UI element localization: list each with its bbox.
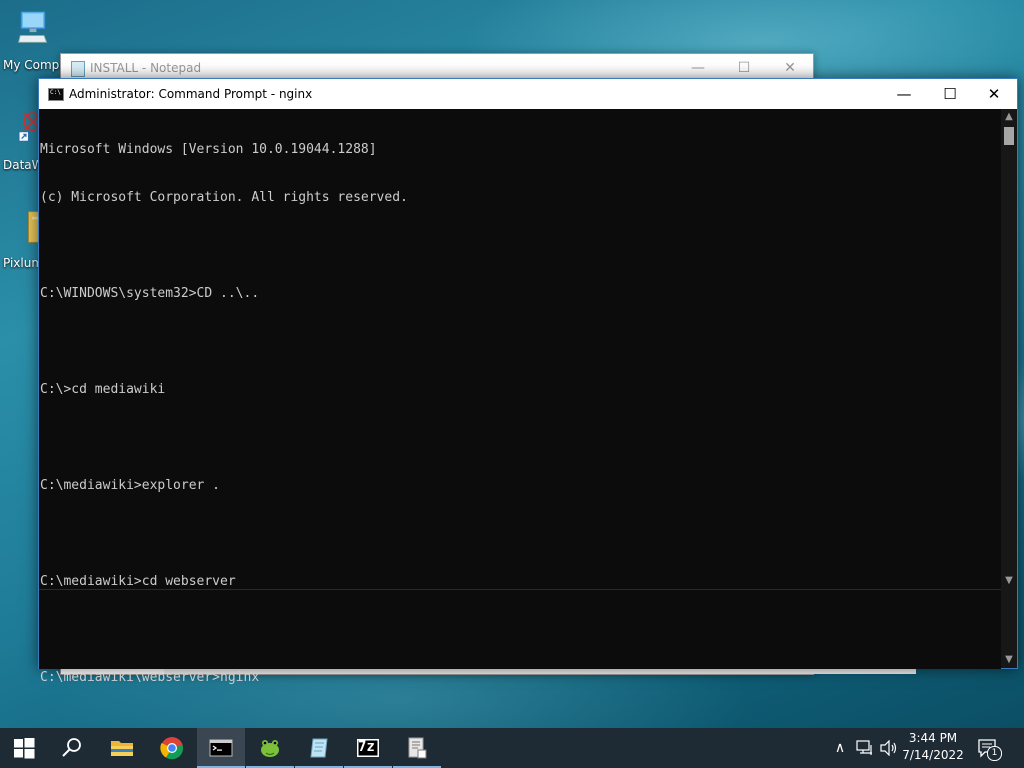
notepad-icon bbox=[71, 61, 85, 77]
document-icon bbox=[408, 737, 427, 759]
taskbar-notepad[interactable] bbox=[295, 728, 343, 768]
console-line: (c) Microsoft Corporation. All rights re… bbox=[40, 190, 408, 205]
console-line: C:\WINDOWS\system32>CD ..\.. bbox=[40, 286, 260, 301]
taskbar: 7z ∧ 3:44 PM 7/14/2022 1 bbox=[0, 728, 1024, 768]
console-line: Microsoft Windows [Version 10.0.19044.12… bbox=[40, 142, 377, 157]
desktop-icon-label: My Compu bbox=[3, 58, 67, 72]
clock-time: 3:44 PM bbox=[908, 731, 958, 745]
search-icon bbox=[62, 738, 81, 757]
7zip-label: 7z bbox=[358, 739, 375, 755]
cmd-minimize-button[interactable]: — bbox=[881, 79, 927, 109]
start-button[interactable] bbox=[0, 728, 48, 768]
desktop-icon-my-computer[interactable]: My Compu bbox=[0, 8, 67, 78]
volume-icon[interactable] bbox=[880, 740, 898, 756]
scroll-down-button-lower[interactable]: ▼ bbox=[1001, 652, 1017, 668]
notification-count-badge: 1 bbox=[987, 746, 1002, 761]
chrome-icon bbox=[160, 737, 184, 760]
taskbar-command-prompt[interactable] bbox=[197, 728, 245, 768]
system-clock[interactable]: 3:44 PM 7/14/2022 bbox=[898, 730, 968, 764]
taskbar-file-explorer[interactable] bbox=[98, 728, 146, 768]
console-line: C:\mediawiki>cd webserver bbox=[40, 574, 236, 589]
cmd-titlebar[interactable]: Administrator: Command Prompt - nginx — … bbox=[39, 79, 1017, 109]
console-line: C:\>cd mediawiki bbox=[40, 382, 166, 397]
scroll-down-button[interactable]: ▼ bbox=[1001, 573, 1017, 589]
computer-icon bbox=[18, 11, 48, 43]
network-icon[interactable] bbox=[856, 740, 874, 756]
cmd-close-button[interactable]: ✕ bbox=[971, 79, 1017, 109]
cmd-icon bbox=[48, 88, 64, 101]
cmd-maximize-button[interactable]: ☐ bbox=[927, 79, 973, 109]
console-pane-lower bbox=[39, 589, 1001, 669]
taskbar-chrome[interactable] bbox=[148, 728, 196, 768]
clock-date: 7/14/2022 bbox=[902, 748, 964, 762]
console-output[interactable]: Microsoft Windows [Version 10.0.19044.12… bbox=[39, 109, 1001, 685]
scroll-thumb[interactable] bbox=[1004, 127, 1014, 145]
scroll-up-button[interactable]: ▲ bbox=[1001, 109, 1017, 125]
folder-icon bbox=[111, 741, 133, 756]
console-scrollbar[interactable]: ▲ ▼ ▼ bbox=[1001, 109, 1017, 668]
taskbar-7zip[interactable]: 7z bbox=[344, 728, 392, 768]
console-line: C:\mediawiki>explorer . bbox=[40, 478, 221, 493]
cmd-title: Administrator: Command Prompt - nginx bbox=[69, 87, 313, 101]
console-line: C:\mediawiki\webserver>nginx bbox=[40, 670, 260, 685]
cmd-window[interactable]: Administrator: Command Prompt - nginx — … bbox=[38, 78, 1018, 685]
frog-icon bbox=[261, 740, 279, 757]
taskbar-notepad-plus[interactable] bbox=[246, 728, 294, 768]
taskbar-document-app[interactable] bbox=[393, 728, 441, 768]
tray-overflow-chevron[interactable]: ∧ bbox=[830, 728, 850, 768]
notepad-icon bbox=[310, 738, 328, 758]
notification-center-button[interactable]: 1 bbox=[972, 728, 1020, 768]
windows-logo-icon bbox=[14, 738, 35, 759]
search-button[interactable] bbox=[48, 728, 96, 768]
cmd-icon bbox=[209, 739, 233, 757]
